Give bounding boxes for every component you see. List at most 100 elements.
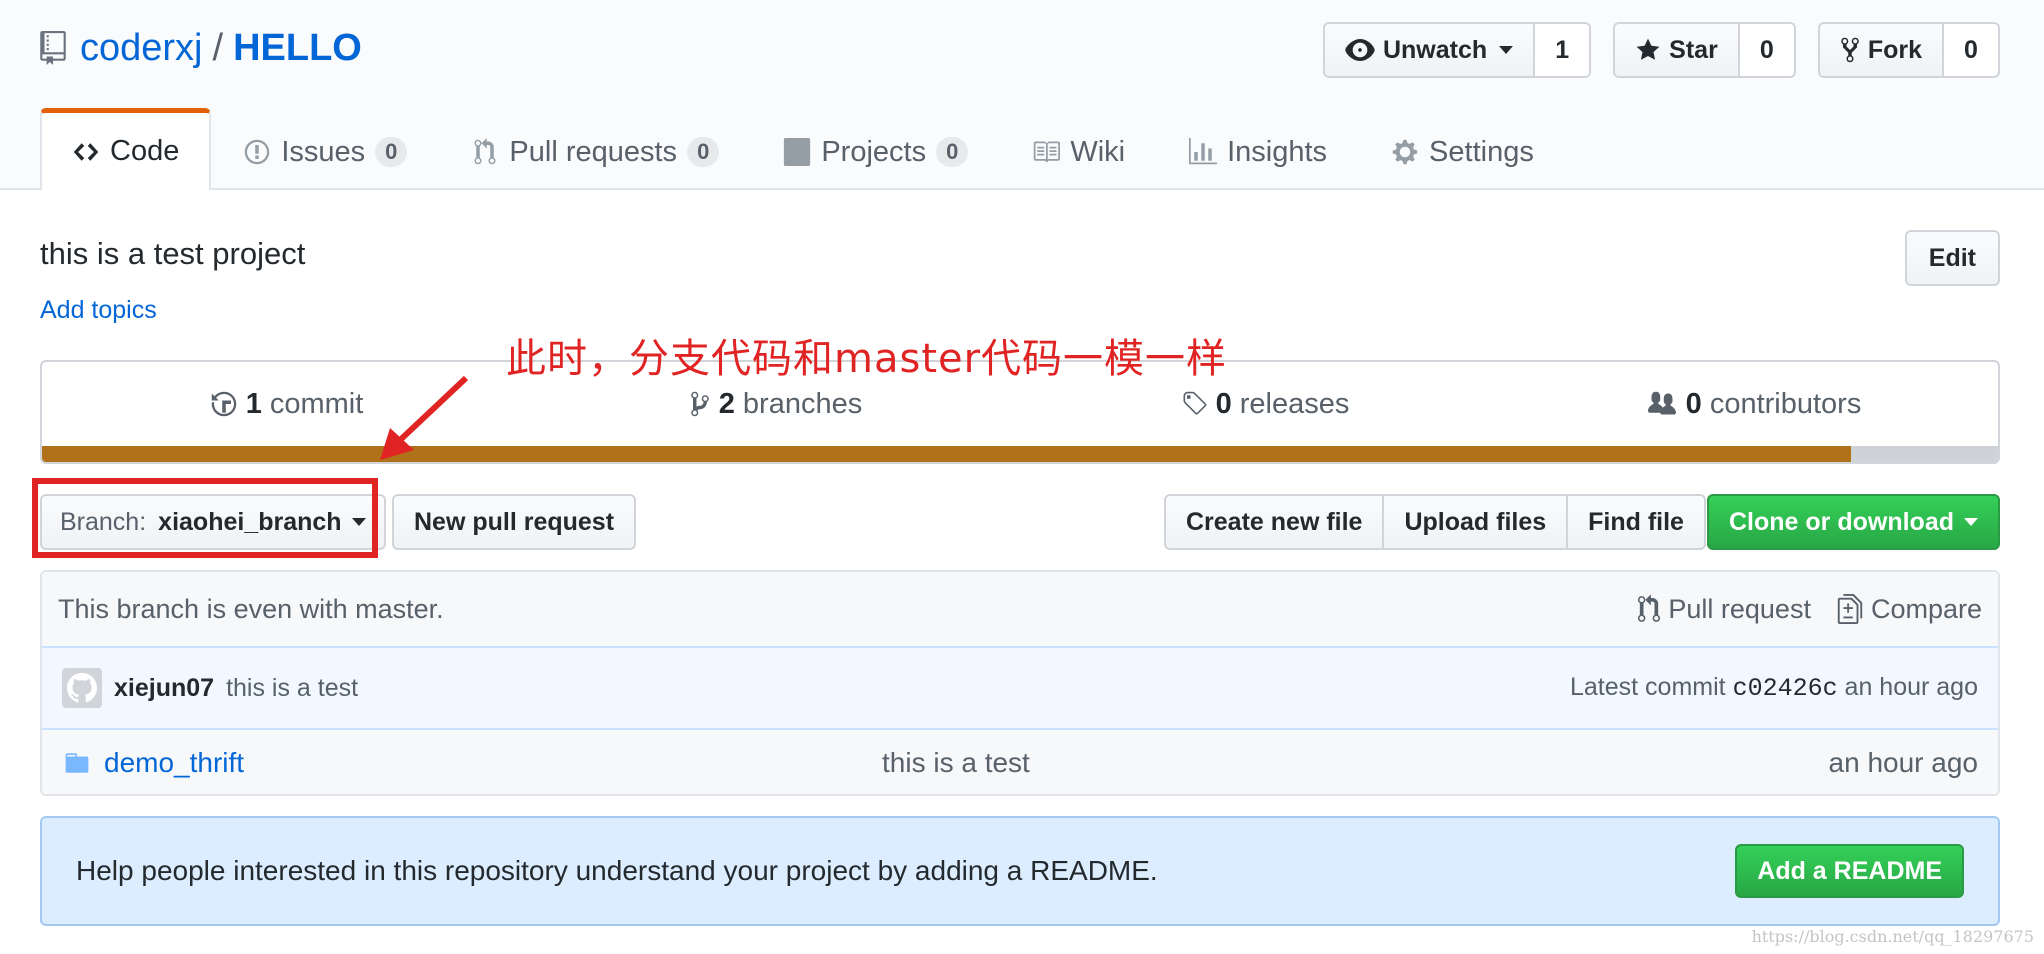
eye-icon <box>1345 39 1375 61</box>
file-commit-message[interactable]: this is a test <box>882 747 1829 779</box>
pull-request-label: Pull request <box>1668 593 1811 624</box>
add-readme-button[interactable]: Add a README <box>1735 844 1964 898</box>
branch-infobar: This branch is even with master. Pull re… <box>42 572 1998 648</box>
file-name-link[interactable]: demo_thrift <box>104 747 244 779</box>
history-icon <box>211 391 236 417</box>
chevron-down-icon <box>1499 46 1514 54</box>
branches-link[interactable]: 2 branches <box>531 388 1020 421</box>
fork-group: Fork 0 <box>1817 22 2000 78</box>
tab-issues[interactable]: Issues 0 <box>211 112 439 190</box>
repo-nav: Code Issues 0 Pull requests 0 Projects 0… <box>40 108 1566 190</box>
tab-pull-requests[interactable]: Pull requests 0 <box>439 112 751 190</box>
tab-settings[interactable]: Settings <box>1359 112 1566 190</box>
issue-icon <box>245 139 270 165</box>
commit-sha[interactable]: c02426c <box>1733 674 1838 703</box>
tab-pull-requests-label: Pull requests <box>509 135 678 168</box>
repo-name-link[interactable]: HELLO <box>233 27 362 70</box>
table-row: demo_thrift this is a test an hour ago <box>42 730 1998 794</box>
repo-actions: Unwatch 1 Star 0 Fork 0 <box>1322 22 2000 78</box>
releases-count: 0 <box>1215 387 1232 420</box>
annotation-arrow-icon <box>380 375 469 460</box>
git-pull-request-icon <box>1638 594 1661 622</box>
folder-icon <box>65 753 89 773</box>
fork-label: Fork <box>1867 35 1922 64</box>
clone-or-download-button[interactable]: Clone or download <box>1707 494 2000 550</box>
language-bar-java <box>42 446 1852 462</box>
organization-icon <box>1647 391 1676 415</box>
tab-wiki[interactable]: Wiki <box>1000 112 1157 190</box>
file-actions: Create new file Upload files Find file <box>1164 494 1706 550</box>
latest-commit-label: Latest commit <box>1570 673 1726 701</box>
commits-count: 1 <box>245 387 262 420</box>
tab-projects-label: Projects <box>821 135 927 168</box>
releases-link[interactable]: 0 releases <box>1020 388 1509 421</box>
avatar[interactable] <box>62 668 102 708</box>
readme-message: Help people interested in this repositor… <box>76 855 1158 886</box>
edit-description-button[interactable]: Edit <box>1904 230 2000 286</box>
compare-link[interactable]: Compare <box>1837 594 1982 625</box>
book-icon <box>1034 141 1061 163</box>
stars-count[interactable]: 0 <box>1739 22 1796 78</box>
releases-label: releases <box>1239 387 1350 420</box>
tag-icon <box>1183 391 1207 415</box>
project-icon <box>784 138 811 166</box>
star-group: Star 0 <box>1613 22 1796 78</box>
annotation-text: 此时，分支代码和master代码一模一样 <box>506 336 1228 382</box>
tab-issues-label: Issues <box>281 135 366 168</box>
forks-count[interactable]: 0 <box>1944 22 2000 78</box>
latest-commit-info: Latest commit c02426c an hour ago <box>1570 673 1978 703</box>
contributors-label: contributors <box>1709 387 1862 420</box>
tab-projects[interactable]: Projects 0 <box>751 112 1000 190</box>
find-file-button[interactable]: Find file <box>1566 494 1706 550</box>
repo-owner-link[interactable]: coderxj <box>80 27 203 70</box>
tab-insights-label: Insights <box>1227 135 1328 168</box>
pull-request-link[interactable]: Pull request <box>1638 594 1811 625</box>
unwatch-button[interactable]: Unwatch <box>1322 22 1536 78</box>
gear-icon <box>1392 139 1418 165</box>
diff-icon <box>1837 594 1863 624</box>
graph-icon <box>1189 138 1218 165</box>
tab-code-label: Code <box>110 135 180 167</box>
repo-title: coderxj / HELLO <box>40 24 362 72</box>
tab-settings-label: Settings <box>1429 135 1534 168</box>
watch-group: Unwatch 1 <box>1322 22 1592 78</box>
star-label: Star <box>1669 35 1718 64</box>
clone-label: Clone or download <box>1729 507 1954 536</box>
tab-code[interactable]: Code <box>40 108 212 190</box>
upload-files-button[interactable]: Upload files <box>1382 494 1569 550</box>
branch-highlight-box <box>32 478 378 558</box>
compare-label: Compare <box>1870 593 1982 624</box>
watermark: https://blog.csdn.net/qq_18297675 <box>1751 927 2034 946</box>
file-age: an hour ago <box>1828 747 1978 778</box>
language-bar[interactable] <box>42 446 1998 462</box>
github-mark-icon <box>67 673 97 703</box>
commit-message[interactable]: this is a test <box>226 674 358 703</box>
contributors-link[interactable]: 0 contributors <box>1509 388 1998 421</box>
tab-insights[interactable]: Insights <box>1157 112 1359 190</box>
repo-description: this is a test project <box>40 236 306 271</box>
path-separator: / <box>212 26 224 69</box>
branches-label: branches <box>742 387 863 420</box>
add-topics-link[interactable]: Add topics <box>40 296 157 325</box>
commit-age: an hour ago <box>1844 673 1978 701</box>
git-branch-icon <box>691 391 709 417</box>
repo-icon <box>40 31 66 65</box>
issues-counter: 0 <box>375 137 408 167</box>
readme-prompt: Help people interested in this repositor… <box>40 816 2000 926</box>
code-icon <box>73 142 99 161</box>
pull-requests-counter: 0 <box>687 137 720 167</box>
tab-wiki-label: Wiki <box>1070 135 1126 168</box>
branches-count: 2 <box>718 387 735 420</box>
contributors-count: 0 <box>1685 387 1702 420</box>
new-pull-request-button[interactable]: New pull request <box>392 494 637 550</box>
watchers-count[interactable]: 1 <box>1535 22 1592 78</box>
projects-counter: 0 <box>936 137 969 167</box>
star-icon <box>1636 38 1660 60</box>
commits-label: commit <box>269 387 364 420</box>
create-new-file-button[interactable]: Create new file <box>1164 494 1385 550</box>
repo-header: coderxj / HELLO Unwatch 1 Star 0 Fork 0 <box>0 0 2044 190</box>
commit-tease: xiejun07 this is a test Latest commit c0… <box>42 648 1998 730</box>
star-button[interactable]: Star <box>1613 22 1740 78</box>
commit-author[interactable]: xiejun07 <box>114 674 214 703</box>
fork-button[interactable]: Fork <box>1817 22 1944 78</box>
